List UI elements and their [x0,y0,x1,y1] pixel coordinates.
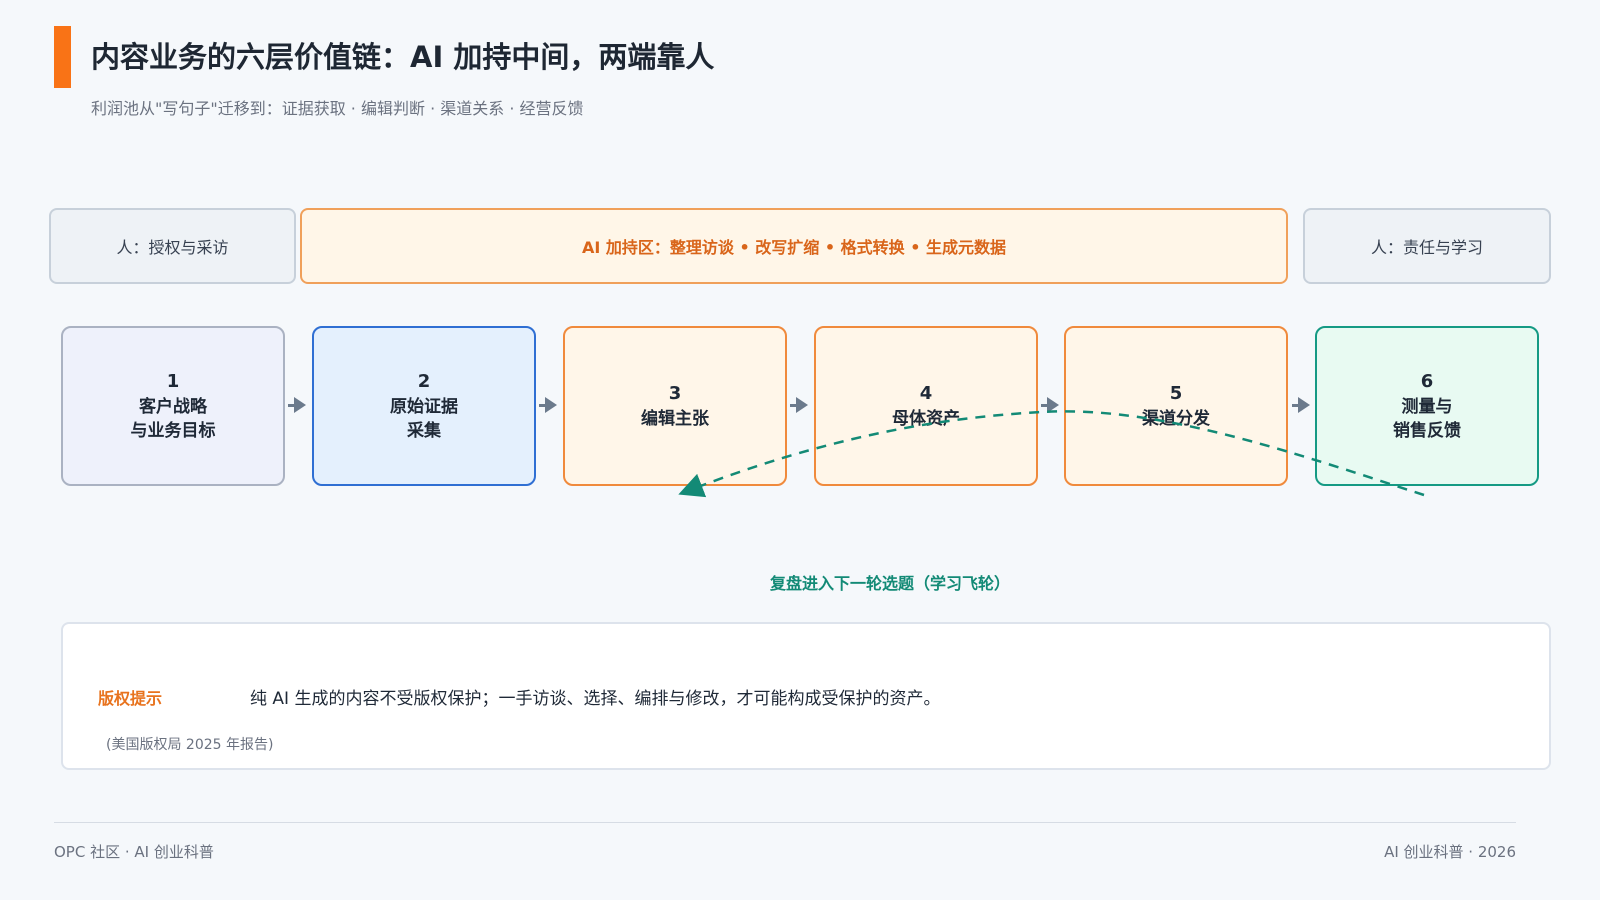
step-1-number: 1 [166,370,180,392]
footer-left-text: OPC 社区 · AI 创业科普 [54,843,214,861]
step-5-line1: 渠道分发 [1142,408,1210,429]
step-2-line2: 采集 [407,420,441,441]
step-6-box: 6 测量与 销售反馈 [1315,326,1539,486]
step-3-line1: 编辑主张 [641,408,709,429]
step-6-number: 6 [1420,370,1434,392]
step-6-line1: 测量与 [1401,396,1453,417]
step-5-box: 5 渠道分发 [1064,326,1288,486]
zone-human-right-label: 人：责任与学习 [1370,238,1483,257]
step-1-box: 1 客户战略 与业务目标 [61,326,285,486]
step-2-number: 2 [417,370,431,392]
step-1-line1: 客户战略 [139,396,207,417]
feedback-loop-path [678,410,1425,498]
step-2-box: 2 原始证据 采集 [312,326,536,486]
step-2-line1: 原始证据 [390,396,458,417]
step-4-box: 4 母体资产 [814,326,1038,486]
arrow-1-2-head [294,397,306,413]
step-1-line2: 与业务目标 [130,420,216,441]
zone-ai-label: AI 加持区：整理访谈 • 改写扩缩 • 格式转换 • 生成元数据 [581,238,1006,257]
page-title: 内容业务的六层价值链：AI 加持中间，两端靠人 [91,40,715,74]
copyright-note-source: (美国版权局 2025 年报告) [106,737,274,753]
arrow-3-4-head [796,397,808,413]
zone-ai-middle: AI 加持区：整理访谈 • 改写扩缩 • 格式转换 • 生成元数据 [300,208,1288,284]
title-accent-bar [54,26,71,88]
feedback-loop-label-text: 复盘进入下一轮选题（学习飞轮） [769,574,1010,593]
step-3-box: 3 编辑主张 [563,326,787,486]
page-subtitle: 利润池从"写句子"迁移到：证据获取 · 编辑判断 · 渠道关系 · 经营反馈 [91,99,584,118]
step-6-line2: 销售反馈 [1393,420,1461,441]
footer-divider [54,822,1516,823]
step-4-line1: 母体资产 [892,408,960,429]
copyright-note-title: 版权提示 [98,689,163,708]
arrow-2-3-head [545,397,557,413]
step-4-number: 4 [919,382,933,404]
footer-right-text: AI 创业科普 · 2026 [1384,843,1516,861]
zone-human-right: 人：责任与学习 [1303,208,1551,284]
step-3-number: 3 [668,382,682,404]
feedback-loop-label: 复盘进入下一轮选题（学习飞轮） [0,570,1600,594]
arrow-4-5-head [1047,397,1059,413]
copyright-note-text: 纯 AI 生成的内容不受版权保护；一手访谈、选择、编排与修改，才可能构成受保护的… [250,689,941,709]
step-5-number: 5 [1169,382,1183,404]
arrow-5-6-head [1298,397,1310,413]
zone-human-left-label: 人：授权与采访 [116,238,229,257]
zone-human-left: 人：授权与采访 [49,208,296,284]
